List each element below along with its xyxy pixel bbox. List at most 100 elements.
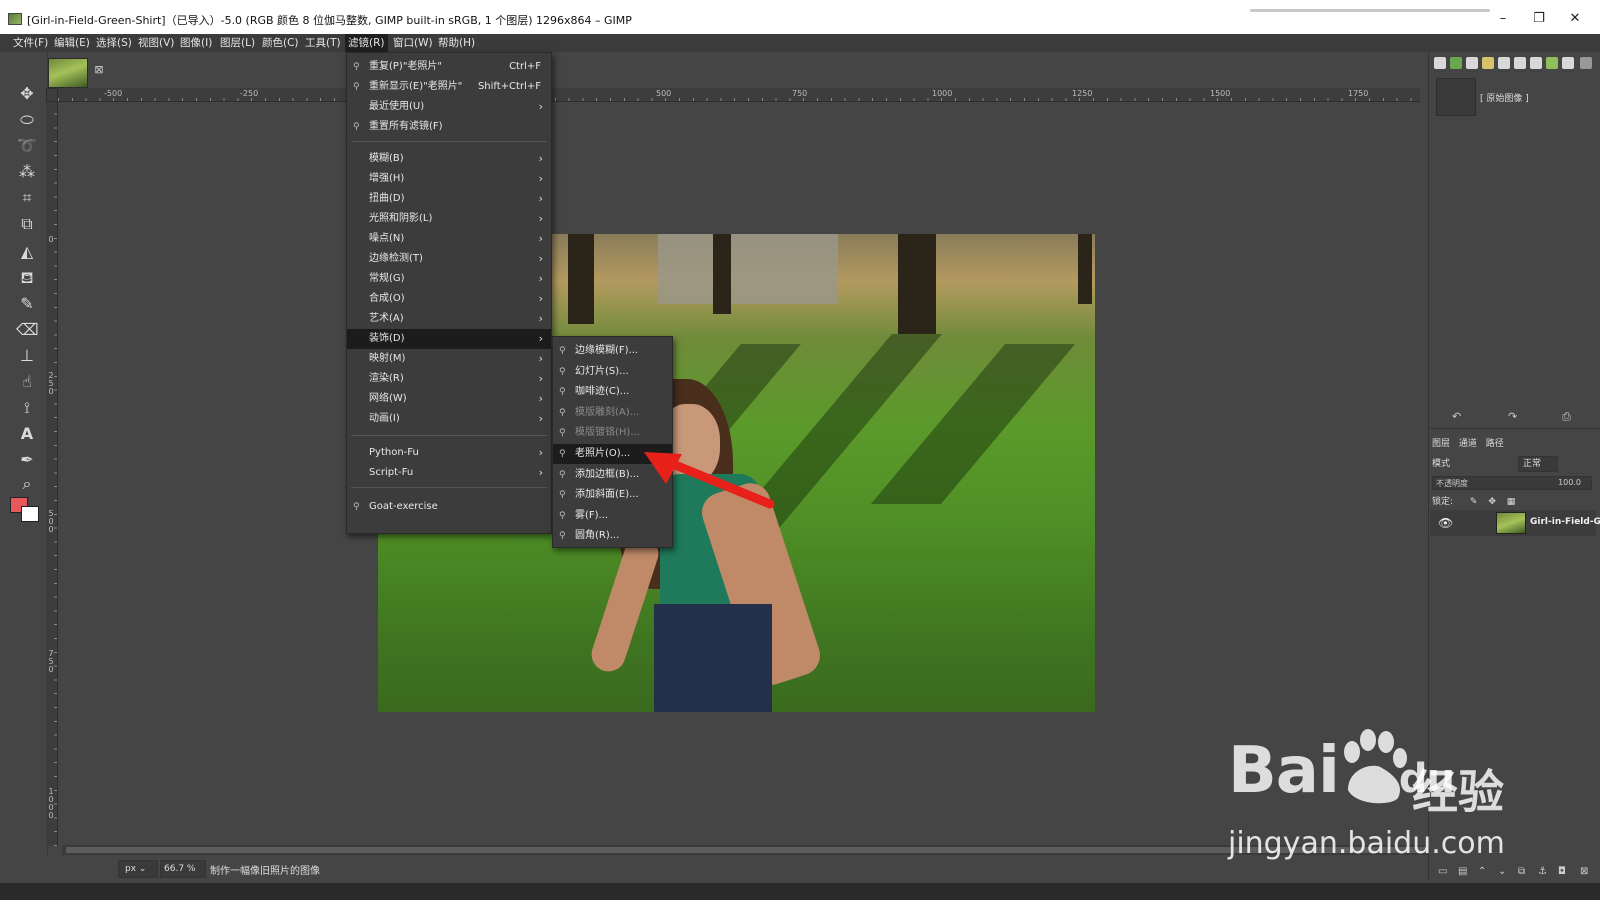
minimize-button[interactable]: – [1488, 10, 1518, 28]
decor-submenu-item[interactable]: ⚲ 咖啡迹(C)... [553, 382, 672, 402]
redo-icon[interactable]: ↷ [1508, 410, 1517, 423]
filters-menu-item[interactable]: 边缘检测(T) › [347, 249, 551, 269]
smudge-icon[interactable]: ☝ [16, 372, 38, 392]
lock-pixels-icon[interactable]: ✎ [1470, 497, 1478, 507]
filters-menu-item[interactable]: 渲染(R) › [347, 369, 551, 389]
filters-menu-item[interactable]: ⚲ 重置所有滤镜(F) [347, 117, 551, 137]
filters-menu-item[interactable]: 映射(M) › [347, 349, 551, 369]
lock-position-icon[interactable]: ✥ [1488, 497, 1496, 507]
filters-menu-item[interactable]: 最近使用(U) › [347, 97, 551, 117]
filters-menu-item[interactable]: 网络(W) › [347, 389, 551, 409]
background-color-swatch[interactable] [21, 506, 39, 522]
maximize-button[interactable]: ❐ [1524, 10, 1554, 28]
transform-icon[interactable]: ⧉ [16, 214, 38, 234]
move-tool-icon[interactable]: ✥ [16, 84, 38, 104]
filters-menu-item[interactable]: 扭曲(D) › [347, 189, 551, 209]
ruler-corner[interactable] [46, 88, 58, 102]
mode-select[interactable]: 正常 [1518, 456, 1558, 472]
color-picker-icon[interactable]: ✒ [16, 450, 38, 470]
close-button[interactable]: ✕ [1560, 10, 1590, 28]
filters-menu-item[interactable]: 动画(I) › [347, 409, 551, 429]
bucket-fill-icon[interactable]: ⛾ [16, 268, 38, 288]
filters-menu-item[interactable]: 增强(H) › [347, 169, 551, 189]
image-tab-thumbnail[interactable] [48, 58, 88, 88]
paint-tab-icon[interactable] [1562, 57, 1574, 69]
menu-color[interactable]: 颜色(C) [259, 34, 302, 52]
filters-menu-item[interactable]: 常规(G) › [347, 269, 551, 289]
anchor-layer-icon[interactable]: ⚓ [1538, 866, 1547, 877]
tab-channels[interactable]: 通道 [1459, 439, 1477, 449]
undo-snapshot-label[interactable]: [ 原始图像 ] [1480, 91, 1529, 104]
document-tab-icon[interactable] [1498, 57, 1510, 69]
tab-layers[interactable]: 图层 [1432, 439, 1450, 449]
filters-menu-item[interactable]: 光照和阴影(L) › [347, 209, 551, 229]
new-layer-icon[interactable]: ▭ [1438, 866, 1447, 877]
menu-filters[interactable]: 滤镜(R) [345, 34, 388, 52]
filters-menu-item-label: 重复(P)"老照片" [369, 61, 443, 72]
filters-menu-item[interactable]: 噪点(N) › [347, 229, 551, 249]
menu-select[interactable]: 选择(S) [93, 34, 135, 52]
filters-menu-item[interactable]: 模糊(B) › [347, 149, 551, 169]
filters-menu-item[interactable]: ⚲ 重复(P)"老照片" Ctrl+F [347, 57, 551, 77]
raise-layer-icon[interactable]: ⌃ [1478, 866, 1486, 877]
crop-icon[interactable]: ⌗ [16, 188, 38, 208]
new-group-icon[interactable]: ▤ [1458, 866, 1467, 877]
menu-view[interactable]: 视图(V) [135, 34, 177, 52]
gradient-tab-icon[interactable] [1482, 57, 1494, 69]
decor-submenu-item[interactable]: ⚲ 圆角(R)... [553, 526, 672, 546]
font-tab-icon[interactable] [1466, 57, 1478, 69]
paths-icon[interactable]: ⟟ [16, 398, 38, 418]
ellipse-select-icon[interactable]: ⬭ [16, 110, 38, 130]
lower-layer-icon[interactable]: ⌄ [1498, 866, 1506, 877]
lock-alpha-icon[interactable]: ▦ [1507, 497, 1516, 507]
images-tab-icon[interactable] [1546, 57, 1558, 69]
pattern-tab-icon[interactable] [1450, 57, 1462, 69]
filters-menu-item[interactable]: ⚲ Goat-exercise [347, 497, 551, 517]
clone-icon[interactable]: ⊥ [16, 346, 38, 366]
fuzzy-select-icon[interactable]: ⁂ [16, 162, 38, 182]
toolbox: ✥ ⬭ ➰ ⁂ ⌗ ⧉ ◭ ⛾ ✎ ⌫ ⊥ ☝ ⟟ A ✒ ⌕ [6, 52, 48, 880]
unit-select[interactable]: px ⌄ [118, 860, 158, 878]
decor-submenu-item[interactable]: ⚲ 边缘模糊(F)... [553, 341, 672, 361]
menu-layer[interactable]: 图层(L) [217, 34, 258, 52]
delete-layer-icon[interactable]: ⊠ [1580, 866, 1588, 877]
layer-mask-icon[interactable]: ◘ [1558, 866, 1566, 877]
vertical-ruler[interactable] [46, 102, 58, 846]
tab-paths[interactable]: 路径 [1486, 439, 1504, 449]
red-arrow-annotation [644, 452, 775, 509]
undo-icon[interactable]: ↶ [1452, 410, 1461, 423]
menu-edit[interactable]: 编辑(E) [51, 34, 93, 52]
opacity-slider[interactable]: 不透明度 100.0 [1432, 476, 1592, 490]
undo-snapshot-thumbnail[interactable] [1436, 78, 1476, 116]
dock-menu-icon[interactable] [1580, 57, 1592, 69]
menu-tools[interactable]: 工具(T) [302, 34, 344, 52]
filters-menu-item[interactable]: 艺术(A) › [347, 309, 551, 329]
filters-menu-item[interactable]: 合成(O) › [347, 289, 551, 309]
menu-image[interactable]: 图像(I) [177, 34, 215, 52]
filters-menu-item[interactable]: ⚲ 重新显示(E)"老照片" Shift+Ctrl+F [347, 77, 551, 97]
layer-row[interactable]: 👁 Girl-in-Field-Gr [1430, 510, 1600, 536]
visibility-eye-icon[interactable]: 👁 [1438, 516, 1453, 530]
filters-menu-item[interactable]: 装饰(D) › [347, 329, 551, 349]
paintbrush-icon[interactable]: ✎ [16, 294, 38, 314]
decor-submenu-item[interactable]: ⚲ 幻灯片(S)... [553, 362, 672, 382]
tab-close-icon[interactable]: ⊠ [93, 64, 105, 76]
eraser-icon[interactable]: ⌫ [16, 320, 39, 340]
menu-windows[interactable]: 窗口(W) [390, 34, 436, 52]
filters-menu-item[interactable]: Python-Fu › [347, 443, 551, 463]
menu-help[interactable]: 帮助(H) [435, 34, 478, 52]
brush-tab-icon[interactable] [1434, 57, 1446, 69]
warp-icon[interactable]: ◭ [16, 242, 38, 262]
zoom-select[interactable]: 66.7 % ⌄ [160, 860, 206, 890]
zoom-icon[interactable]: ⌕ [16, 474, 38, 494]
lasso-icon[interactable]: ➰ [16, 136, 38, 156]
tool-options-tab-icon[interactable] [1514, 57, 1526, 69]
filters-menu-item[interactable]: Script-Fu › [347, 463, 551, 483]
decor-submenu-item-label: 幻灯片(S)... [575, 365, 629, 377]
duplicate-layer-icon[interactable]: ⧉ [1518, 866, 1525, 877]
clear-history-icon[interactable]: ⎙ [1562, 410, 1571, 424]
menu-file[interactable]: 文件(F) [10, 34, 51, 52]
text-tool-icon[interactable]: A [16, 424, 38, 444]
undo-tab-icon[interactable] [1530, 57, 1542, 69]
decor-submenu-item-label: 添加边框(B)... [575, 468, 640, 480]
